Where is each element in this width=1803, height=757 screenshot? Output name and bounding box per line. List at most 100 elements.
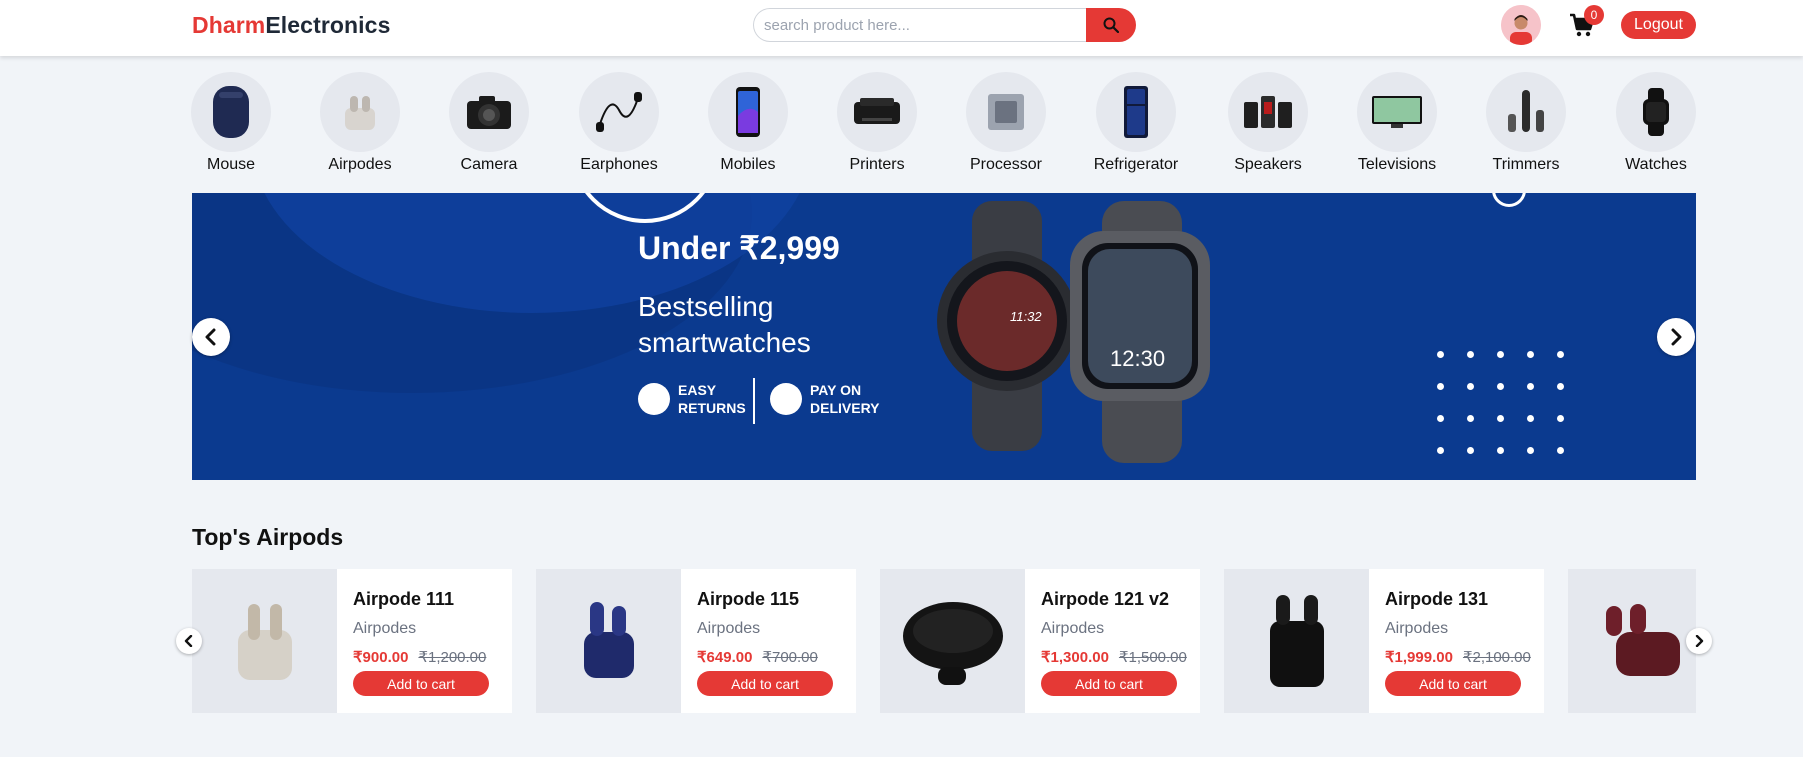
hero-banner[interactable]: Under ₹2,999 Bestselling smartwatches EA… xyxy=(192,193,1696,480)
chevron-left-icon xyxy=(184,635,193,647)
add-to-cart-button[interactable]: Add to cart xyxy=(1041,671,1177,696)
feature-line-1: EASY xyxy=(678,382,717,398)
category-image xyxy=(449,72,529,152)
category-label: Printers xyxy=(849,156,905,173)
search-button[interactable] xyxy=(1086,8,1136,42)
category-trimmers[interactable]: Trimmers xyxy=(1476,72,1576,174)
carousel-next-button[interactable] xyxy=(1686,628,1712,654)
category-speakers[interactable]: Speakers xyxy=(1218,72,1318,174)
feature-line-1: PAY ON xyxy=(810,382,862,398)
feature-pay-on-delivery: PAY ON DELIVERY xyxy=(770,381,880,417)
category-image xyxy=(191,72,271,152)
banner-divider xyxy=(753,378,755,424)
product-price-row: ₹1,999.00 ₹2,100.00 xyxy=(1385,648,1531,666)
product-mrp: ₹2,100.00 xyxy=(1462,649,1531,666)
smartwatches-image: 11:32 12:30 xyxy=(937,201,1210,463)
add-to-cart-button[interactable]: Add to cart xyxy=(697,671,833,696)
banner-headline-line-1: Bestselling xyxy=(638,291,774,322)
logo-part-2: Electronics xyxy=(265,12,391,38)
category-label: Speakers xyxy=(1234,156,1302,173)
product-name: Airpode 111 xyxy=(353,589,455,609)
category-refrigerator[interactable]: Refrigerator xyxy=(1086,72,1186,174)
category-label: Earphones xyxy=(580,156,658,173)
category-watches[interactable]: Watches xyxy=(1606,72,1706,174)
speaker-icon xyxy=(1244,96,1292,128)
product-price: ₹1,300.00 xyxy=(1041,649,1109,666)
camera-icon xyxy=(467,96,511,129)
category-image xyxy=(320,72,400,152)
banner-prev-button[interactable] xyxy=(192,318,230,356)
search-bar xyxy=(753,8,1136,42)
product-category: Airpodes xyxy=(697,620,761,637)
product-card[interactable]: Airpode 115 Airpodes ₹649.00 ₹700.00 Add … xyxy=(536,569,856,713)
product-card[interactable]: Airpode 111 Airpodes ₹900.00 ₹1,200.00 Ad… xyxy=(192,569,512,713)
product-card[interactable] xyxy=(1568,569,1696,713)
product-card[interactable]: Airpode 121 v2 Airpodes ₹1,300.00 ₹1,500.… xyxy=(880,569,1200,713)
chevron-right-icon xyxy=(1695,635,1704,647)
add-to-cart-button[interactable]: Add to cart xyxy=(1385,671,1521,696)
search-icon xyxy=(1103,17,1119,33)
delivery-icon xyxy=(770,383,802,415)
mouse-icon xyxy=(213,86,249,138)
television-icon xyxy=(1372,96,1422,128)
watch-icon xyxy=(1643,88,1669,136)
category-image xyxy=(1357,72,1437,152)
category-televisions[interactable]: Televisions xyxy=(1347,72,1447,174)
airpods-image xyxy=(1605,604,1680,676)
watch-time-2: 12:30 xyxy=(1110,346,1165,371)
category-earphones[interactable]: Earphones xyxy=(569,72,669,174)
feature-line-2: DELIVERY xyxy=(810,400,880,416)
logout-button[interactable]: Logout xyxy=(1621,11,1696,39)
site-logo[interactable]: DharmElectronics xyxy=(192,12,390,39)
banner-price-line: Under ₹2,999 xyxy=(638,230,840,266)
processor-icon xyxy=(988,94,1024,130)
carousel-prev-button[interactable] xyxy=(176,628,202,654)
category-printers[interactable]: Printers xyxy=(827,72,927,174)
airpods-image xyxy=(583,602,634,678)
product-price: ₹649.00 xyxy=(697,649,753,666)
category-image xyxy=(579,72,659,152)
product-category: Airpodes xyxy=(1041,620,1105,637)
product-price-row: ₹900.00 ₹1,200.00 xyxy=(353,648,489,666)
product-name: Airpode 115 xyxy=(697,589,800,609)
banner-next-button[interactable] xyxy=(1657,318,1695,356)
product-price: ₹900.00 xyxy=(353,649,409,666)
user-avatar[interactable] xyxy=(1501,5,1541,45)
airpods-image xyxy=(237,604,292,680)
category-label: Televisions xyxy=(1357,156,1437,173)
category-mouse[interactable]: Mouse xyxy=(181,72,281,174)
product-mrp: ₹700.00 xyxy=(762,649,818,666)
feature-easy-returns: EASY RETURNS xyxy=(638,381,746,417)
product-name: Airpode 131 xyxy=(1385,589,1489,609)
add-to-cart-button[interactable]: Add to cart xyxy=(353,671,489,696)
category-mobiles[interactable]: Mobiles xyxy=(698,72,798,174)
banner-ring xyxy=(1492,193,1526,207)
category-camera[interactable]: Camera xyxy=(439,72,539,174)
category-image xyxy=(1228,72,1308,152)
avatar-icon xyxy=(1501,5,1541,45)
category-label: Camera xyxy=(460,156,518,173)
category-image xyxy=(1486,72,1566,152)
earphones-icon xyxy=(596,92,642,132)
category-label: Mouse xyxy=(206,156,256,173)
chevron-left-icon xyxy=(205,328,216,346)
product-price-row: ₹1,300.00 ₹1,500.00 xyxy=(1041,648,1187,666)
product-card[interactable]: Airpode 131 Airpodes ₹1,999.00 ₹2,100.00 … xyxy=(1224,569,1544,713)
category-processor[interactable]: Processor xyxy=(956,72,1056,174)
category-image xyxy=(837,72,917,152)
airpods-icon xyxy=(345,96,375,130)
product-price: ₹1,999.00 xyxy=(1385,649,1453,666)
product-image xyxy=(536,569,681,713)
category-label: Processor xyxy=(969,156,1043,173)
category-label: Airpodes xyxy=(328,156,392,173)
feature-line-2: RETURNS xyxy=(678,400,746,416)
product-name: Airpode 121 v2 xyxy=(1041,589,1170,609)
banner-headline-line-2: smartwatches xyxy=(638,327,811,358)
category-image xyxy=(1616,72,1696,152)
search-input[interactable] xyxy=(753,8,1086,42)
refrigerator-icon xyxy=(1124,86,1148,138)
banner-dot-grid xyxy=(1437,351,1587,454)
category-airpodes[interactable]: Airpodes xyxy=(310,72,410,174)
airpods-image xyxy=(902,602,1003,685)
product-image xyxy=(1224,569,1369,713)
